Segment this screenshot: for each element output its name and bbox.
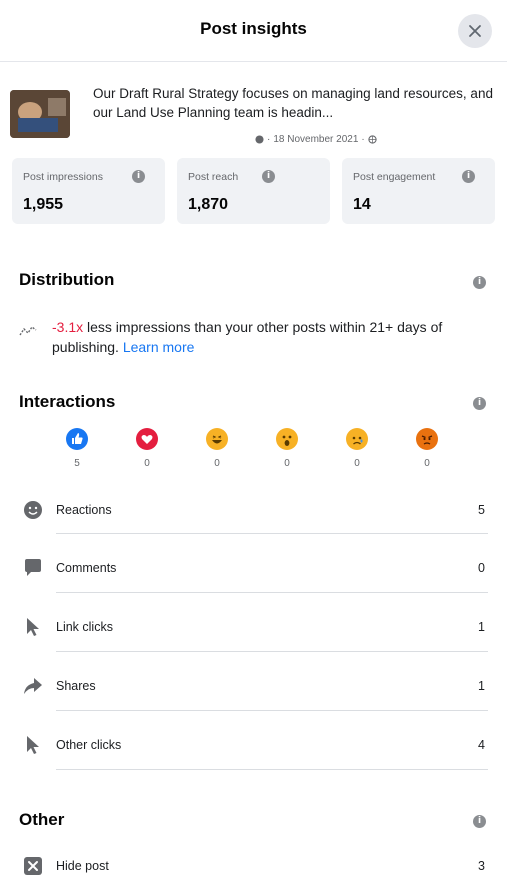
comment-icon <box>25 559 41 576</box>
learn-more-link[interactable]: Learn more <box>123 339 195 355</box>
info-icon[interactable]: i <box>473 815 486 828</box>
row-label: Link clicks <box>56 620 113 634</box>
divider <box>56 592 488 593</box>
post-date: 18 November 2021 <box>273 134 359 145</box>
close-button[interactable] <box>458 14 492 48</box>
stat-card-post-impressions: Post impressions i 1,955 <box>12 158 165 224</box>
reaction-count: 0 <box>144 458 150 469</box>
reaction-count: 0 <box>284 458 290 469</box>
stat-label: Post reach <box>188 171 239 183</box>
info-icon[interactable]: i <box>132 170 145 183</box>
stat-label: Post impressions <box>23 171 103 183</box>
clock-icon <box>255 135 264 144</box>
reaction-count: 0 <box>214 458 220 469</box>
row-value: 1 <box>478 620 485 634</box>
info-icon[interactable]: i <box>462 170 475 183</box>
info-icon[interactable]: i <box>262 170 275 183</box>
row-value: 1 <box>478 679 485 693</box>
post-meta: · 18 November 2021 · <box>255 134 377 145</box>
info-icon[interactable]: i <box>473 397 486 410</box>
stat-label: Post engagement <box>353 171 436 183</box>
reaction-like[interactable]: 5 <box>57 428 97 469</box>
info-icon[interactable]: i <box>473 276 486 289</box>
divider <box>56 710 488 711</box>
divider <box>56 769 488 770</box>
smiley-icon <box>24 501 42 519</box>
reaction-love[interactable]: 0 <box>127 428 167 469</box>
stat-card-post-reach: Post reach i 1,870 <box>177 158 330 224</box>
angry-icon <box>416 428 438 450</box>
stat-card-post-engagement: Post engagement i 14 <box>342 158 495 224</box>
row-value: 3 <box>478 859 485 873</box>
reaction-wow[interactable]: 0 <box>267 428 307 469</box>
interaction-row-shares[interactable]: Shares 1 <box>19 676 489 720</box>
haha-icon <box>206 428 228 450</box>
stat-value: 14 <box>353 196 371 213</box>
interaction-row-comments[interactable]: Comments 0 <box>19 558 489 602</box>
share-icon <box>24 678 42 694</box>
reaction-sad[interactable]: 0 <box>337 428 377 469</box>
interaction-row-other-clicks[interactable]: Other clicks 4 <box>19 735 489 779</box>
reaction-angry[interactable]: 0 <box>407 428 447 469</box>
interaction-row-link-clicks[interactable]: Link clicks 1 <box>19 617 489 661</box>
distribution-highlight: -3.1x <box>52 319 84 335</box>
other-row-hide-post[interactable]: Hide post 3 <box>19 856 489 882</box>
row-label: Hide post <box>56 859 109 873</box>
row-label: Shares <box>56 679 96 693</box>
globe-icon <box>368 135 377 144</box>
row-value: 4 <box>478 738 485 752</box>
divider <box>56 651 488 652</box>
love-icon <box>136 428 158 450</box>
interaction-row-reactions[interactable]: Reactions 5 <box>19 500 489 544</box>
row-label: Comments <box>56 561 117 575</box>
distribution-title: Distribution <box>19 270 115 289</box>
like-icon <box>66 428 88 450</box>
row-value: 0 <box>478 561 485 575</box>
wow-icon <box>276 428 298 450</box>
reaction-count: 0 <box>424 458 430 469</box>
stat-value: 1,955 <box>23 196 64 213</box>
hide-icon <box>24 857 42 875</box>
reaction-haha[interactable]: 0 <box>197 428 237 469</box>
cursor-icon <box>27 618 39 636</box>
dialog-title: Post insights <box>200 19 307 38</box>
row-label: Reactions <box>56 503 112 517</box>
dialog-header: Post insights <box>0 0 507 62</box>
row-value: 5 <box>478 503 485 517</box>
interactions-title: Interactions <box>19 392 116 411</box>
stat-value: 1,870 <box>188 196 229 213</box>
distribution-summary: -3.1x less impressions than your other p… <box>19 317 489 359</box>
trend-icon <box>19 325 37 336</box>
reaction-count: 0 <box>354 458 360 469</box>
post-text: Our Draft Rural Strategy focuses on mana… <box>93 86 493 120</box>
distribution-text: less impressions than your other posts w… <box>52 319 443 355</box>
close-icon <box>469 25 481 37</box>
divider <box>56 533 488 534</box>
cursor-icon <box>27 736 39 754</box>
row-label: Other clicks <box>56 738 122 752</box>
post-preview[interactable]: Our Draft Rural Strategy focuses on mana… <box>10 82 497 152</box>
reaction-count: 5 <box>74 458 80 469</box>
other-title: Other <box>19 810 65 829</box>
post-thumbnail <box>10 90 70 138</box>
sad-icon <box>346 428 368 450</box>
